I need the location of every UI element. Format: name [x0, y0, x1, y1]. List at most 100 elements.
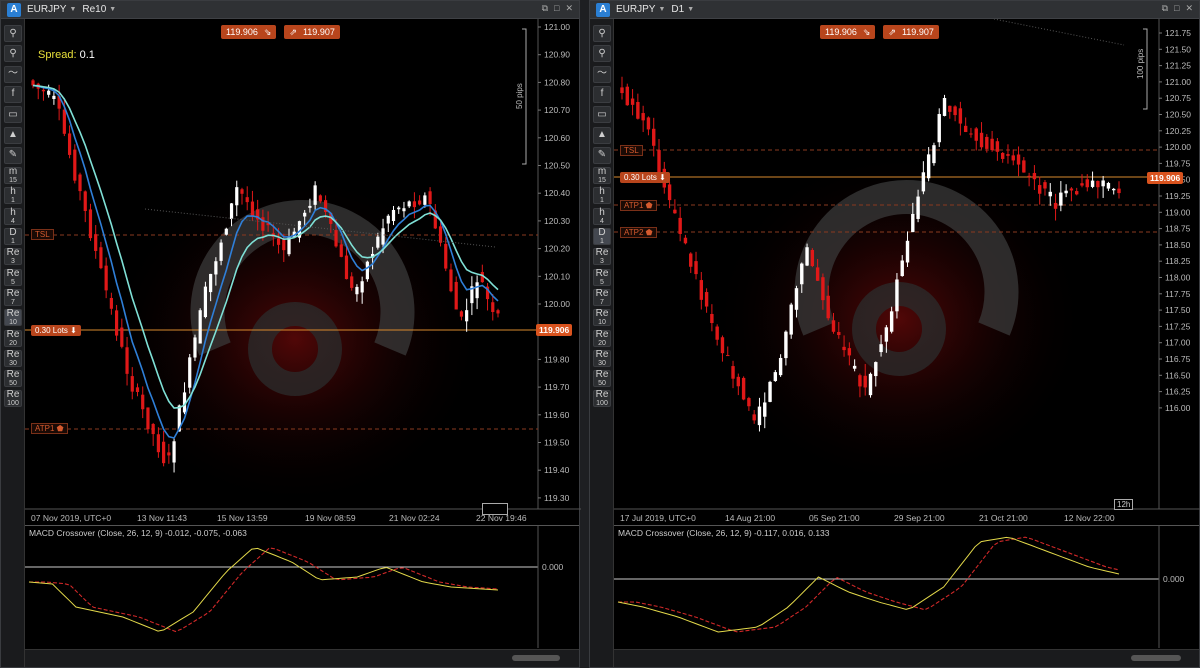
sell-button[interactable]: 119.906 ⇘ [221, 25, 277, 39]
candle-body [209, 273, 213, 293]
zoom-out-icon[interactable]: ⚲ [593, 45, 611, 63]
tf-h4-button[interactable]: h4 [4, 207, 22, 225]
tf-h4-button[interactable]: h4 [593, 207, 611, 225]
atp2-level-label[interactable]: ATP2 ⬟ [620, 227, 657, 238]
indicator-icon[interactable]: 〜 [4, 65, 22, 83]
tf-d1-button[interactable]: D1 [593, 228, 611, 245]
settings-icon[interactable]: ✎ [593, 146, 611, 164]
horizontal-scrollbar[interactable] [25, 649, 579, 667]
price-axis-label: 117.75 [1165, 289, 1191, 299]
macd-indicator-panel[interactable]: 0.000 MACD Crossover (Close, 26, 12, 9) … [614, 525, 1199, 648]
horizontal-scrollbar[interactable] [614, 649, 1199, 667]
facebook-icon[interactable]: f [4, 85, 22, 103]
chevron-down-icon[interactable]: ▼ [109, 6, 116, 13]
tf-re3-button[interactable]: Re 3 [593, 248, 611, 266]
candle-body [350, 276, 354, 288]
scrollbar-thumb[interactable] [512, 655, 560, 661]
settings-icon[interactable]: ✎ [4, 146, 22, 164]
detach-icon[interactable]: ⧉ [542, 3, 548, 14]
tf-re100-button[interactable]: Re 100 [4, 389, 22, 408]
zoom-out-icon[interactable]: ⚲ [4, 45, 22, 63]
level-text: ATP1 [35, 424, 55, 433]
price-axis-label: 121.50 [1165, 44, 1191, 54]
timeframe-selector[interactable]: D1 [671, 4, 684, 15]
candle-body [355, 286, 359, 295]
price-chart[interactable]: 121.00 120.90 120.80 120.70 120.60 120.50 120.… [25, 19, 581, 525]
chevron-down-icon[interactable]: ▼ [687, 6, 694, 13]
chevron-down-icon[interactable]: ▼ [658, 6, 665, 13]
time-axis-label: 19 Nov 08:59 [305, 513, 356, 523]
atp1-level-label[interactable]: ATP1 ⬟ [31, 423, 68, 434]
tf-re30-button[interactable]: Re 30 [593, 349, 611, 367]
tf-re20-button[interactable]: Re 20 [593, 329, 611, 347]
tf-re10-button[interactable]: Re 10 [4, 309, 22, 327]
symbol-selector[interactable]: EURJPY [27, 4, 66, 15]
tf-re20-button[interactable]: Re 20 [4, 329, 22, 347]
position-lots-label[interactable]: 0.30 Lots ⬇ [620, 172, 670, 183]
tf-re50-button[interactable]: Re 50 [4, 370, 22, 388]
tf-d1-button[interactable]: D1 [4, 228, 22, 245]
candle-body [1006, 154, 1010, 156]
tf-re7-button[interactable]: Re 7 [4, 288, 22, 306]
chart-titlebar: A EURJPY ▼ D1 ▼ ⧉ □ ✕ [590, 1, 1199, 19]
tf-re5-button[interactable]: Re 5 [593, 268, 611, 286]
candle-body [156, 434, 160, 453]
close-icon[interactable]: ✕ [1185, 3, 1193, 14]
chart-type-icon[interactable]: ▭ [4, 106, 22, 124]
objects-icon: ▲ [597, 129, 607, 140]
scrollbar-thumb[interactable] [1131, 655, 1181, 661]
objects-icon[interactable]: ▲ [4, 126, 22, 144]
position-lots-label[interactable]: 0.30 Lots ⬇ [31, 325, 81, 336]
indicator-icon: 〜 [8, 68, 18, 80]
tsl-level-label[interactable]: TSL [31, 229, 54, 240]
timeframe-selector[interactable]: Re10 [82, 4, 106, 15]
price-axis-label: 119.30 [544, 493, 570, 503]
spread-value: 0.1 [79, 49, 95, 61]
tf-re30-button[interactable]: Re 30 [4, 349, 22, 367]
current-price-tag: 119.906 [1147, 172, 1184, 184]
objects-icon[interactable]: ▲ [593, 126, 611, 144]
tf-h1-button[interactable]: h1 [593, 187, 611, 205]
zoom-in-icon[interactable]: ⚲ [4, 25, 22, 42]
facebook-icon[interactable]: f [593, 85, 611, 103]
sell-button[interactable]: 119.906 ⇘ [820, 25, 876, 39]
tf-re3-button[interactable]: Re 3 [4, 248, 22, 266]
pane-splitter[interactable] [580, 0, 589, 668]
zoom-in-icon[interactable]: ⚲ [593, 25, 611, 42]
chevron-down-icon[interactable]: ▼ [69, 6, 76, 13]
time-axis-label: 07 Nov 2019, UTC+0 [31, 513, 111, 523]
candle-body [313, 185, 317, 205]
candle-body [948, 105, 952, 112]
tf-m15-button[interactable]: m 15 [593, 167, 611, 185]
candle-body [673, 209, 677, 214]
tf-re50-button[interactable]: Re 50 [593, 370, 611, 388]
symbol-selector[interactable]: EURJPY [616, 4, 655, 15]
close-icon[interactable]: ✕ [565, 3, 573, 14]
atp1-level-label[interactable]: ATP1 ⬟ [620, 200, 657, 211]
tf-re100-button[interactable]: Re 100 [593, 390, 611, 408]
buy-button[interactable]: ⇗ 119.907 [883, 25, 939, 39]
candle-body [821, 277, 825, 301]
detach-icon[interactable]: ⧉ [1162, 3, 1168, 14]
chart-type-icon[interactable]: ▭ [593, 106, 611, 124]
indicator-icon[interactable]: 〜 [593, 65, 611, 83]
timeframe-sub: 50 [9, 380, 17, 388]
candle-body [868, 373, 873, 396]
maximize-icon[interactable]: □ [554, 3, 559, 14]
candle-body [402, 208, 406, 212]
tf-m15-button[interactable]: m 15 [4, 167, 22, 185]
candle-body [1069, 188, 1074, 191]
price-chart[interactable]: 121.75 121.50 121.25 121.00 120.75 120.50 120.… [614, 18, 1200, 525]
tf-re7-button[interactable]: Re 7 [593, 288, 611, 306]
maximize-icon[interactable]: □ [1174, 3, 1179, 14]
tf-h1-button[interactable]: h1 [4, 187, 22, 205]
buy-button[interactable]: ⇗ 119.907 [284, 25, 340, 39]
macd-indicator-panel[interactable]: 0.000 MACD Crossover (Close, 26, 12, 9) … [25, 525, 579, 648]
tf-re10-button[interactable]: Re 10 [593, 309, 611, 327]
price-axis-label: 120.60 [544, 133, 570, 143]
candle-body [763, 402, 767, 417]
tsl-level-label[interactable]: TSL [620, 145, 643, 156]
timeframe-label: Re [6, 389, 20, 401]
tf-re5-button[interactable]: Re 5 [4, 268, 22, 286]
macd-line [28, 547, 499, 632]
